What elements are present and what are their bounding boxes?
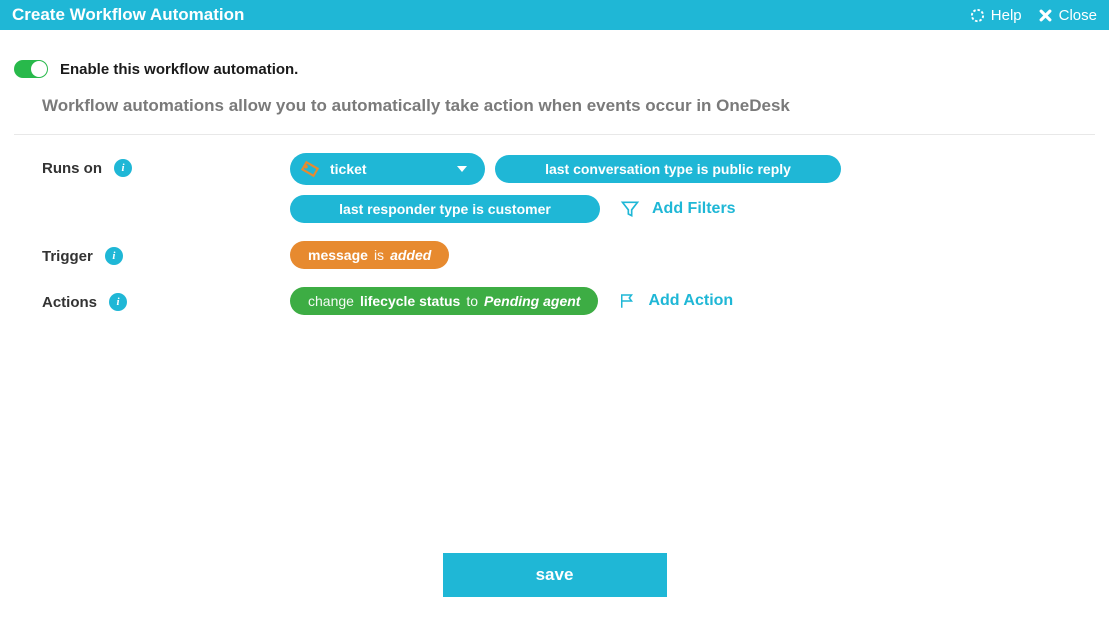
actions-label-wrap: Actions i xyxy=(42,287,290,311)
filter-1-text: last conversation type is public reply xyxy=(545,161,791,177)
chevron-down-icon xyxy=(457,166,467,172)
header-actions: Help Close xyxy=(970,7,1097,24)
filter-pill-1[interactable]: last conversation type is public reply xyxy=(495,155,841,183)
info-icon[interactable]: i xyxy=(114,159,132,177)
help-label: Help xyxy=(991,7,1022,24)
actions-section: Actions i change lifecycle status to Pen… xyxy=(14,287,1095,315)
footer: save xyxy=(0,553,1109,597)
runs-on-label-wrap: Runs on i xyxy=(42,153,290,177)
action-value: Pending agent xyxy=(484,293,580,309)
trigger-label-wrap: Trigger i xyxy=(42,241,290,265)
actions-body: change lifecycle status to Pending agent… xyxy=(290,287,1095,315)
divider xyxy=(14,134,1095,135)
flag-icon xyxy=(618,292,636,310)
add-action-label: Add Action xyxy=(648,292,733,310)
close-icon xyxy=(1038,8,1053,23)
runs-on-label: Runs on xyxy=(42,160,102,177)
enable-label: Enable this workflow automation. xyxy=(60,61,298,78)
save-button[interactable]: save xyxy=(443,553,667,597)
add-filters-label: Add Filters xyxy=(652,200,736,218)
trigger-label: Trigger xyxy=(42,248,93,265)
help-icon xyxy=(970,8,985,23)
trigger-op: is xyxy=(374,247,384,263)
enable-row: Enable this workflow automation. xyxy=(14,60,1095,78)
trigger-section: Trigger i message is added xyxy=(14,241,1095,269)
runs-on-body: ticket last conversation type is public … xyxy=(290,153,1095,223)
type-dropdown[interactable]: ticket xyxy=(290,153,485,185)
trigger-value: added xyxy=(390,247,431,263)
modal-title: Create Workflow Automation xyxy=(12,5,244,25)
action-pill[interactable]: change lifecycle status to Pending agent xyxy=(290,287,598,315)
runs-on-section: Runs on i ticket last conversation type … xyxy=(14,153,1095,223)
action-field: lifecycle status xyxy=(360,293,460,309)
help-button[interactable]: Help xyxy=(970,7,1022,24)
action-op: to xyxy=(466,293,478,309)
trigger-body: message is added xyxy=(290,241,1095,269)
filter-2-text: last responder type is customer xyxy=(339,201,551,217)
modal-body: Enable this workflow automation. Workflo… xyxy=(0,30,1109,315)
filter-icon xyxy=(620,199,640,219)
info-icon[interactable]: i xyxy=(109,293,127,311)
close-label: Close xyxy=(1059,7,1097,24)
description-text: Workflow automations allow you to automa… xyxy=(14,96,1095,116)
actions-label: Actions xyxy=(42,294,97,311)
trigger-field: message xyxy=(308,247,368,263)
modal-header: Create Workflow Automation Help Close xyxy=(0,0,1109,30)
action-verb: change xyxy=(308,293,354,309)
filter-pill-2[interactable]: last responder type is customer xyxy=(290,195,600,223)
type-value: ticket xyxy=(330,161,367,177)
add-action-button[interactable]: Add Action xyxy=(618,292,733,310)
info-icon[interactable]: i xyxy=(105,247,123,265)
enable-toggle[interactable] xyxy=(14,60,48,78)
ticket-icon xyxy=(298,157,322,181)
add-filters-button[interactable]: Add Filters xyxy=(620,199,736,219)
trigger-pill[interactable]: message is added xyxy=(290,241,449,269)
close-button[interactable]: Close xyxy=(1038,7,1097,24)
